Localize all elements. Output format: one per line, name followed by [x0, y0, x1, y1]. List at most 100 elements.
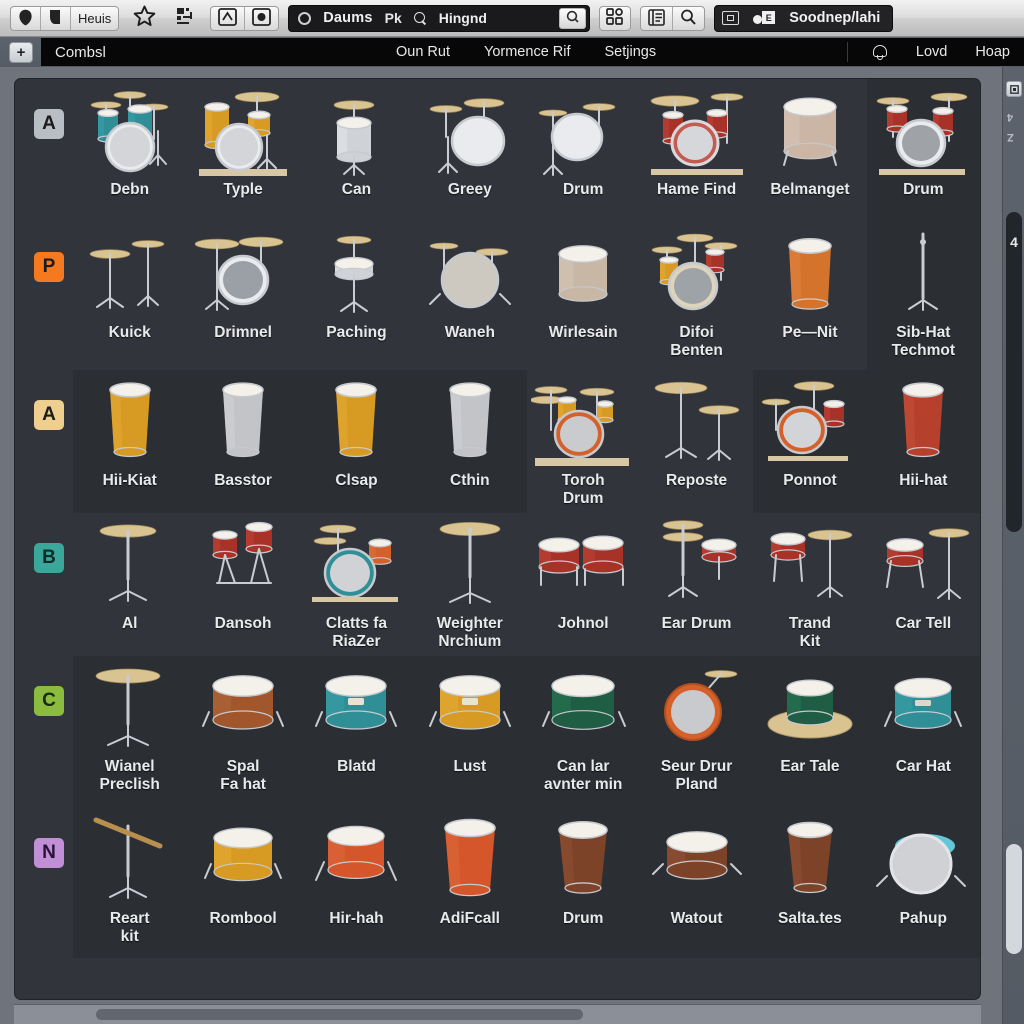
library-item[interactable]: Typle — [186, 79, 299, 222]
library-item[interactable]: Cthin — [413, 370, 527, 513]
rail-mark-0: 4 — [1007, 111, 1014, 123]
library-item[interactable]: AdiFcall — [413, 808, 527, 958]
library-item[interactable]: Reposte — [640, 370, 753, 513]
library-item-label: Clatts fa RiaZer — [325, 615, 388, 651]
search-category: Daums — [323, 10, 373, 26]
row-badge[interactable]: N — [34, 838, 64, 868]
library-item[interactable]: Hame Find — [640, 79, 753, 222]
tools-button[interactable] — [169, 5, 201, 31]
search-input[interactable]: Hingnd — [439, 10, 487, 26]
library-item[interactable]: Can lar avnter min — [526, 656, 640, 808]
library-item[interactable]: Pe—Nit — [753, 222, 866, 370]
panel-toggle-icon[interactable] — [1006, 81, 1022, 97]
library-row: P Kuick Drimnel Paching Waneh Wirlesain Dif… — [15, 222, 980, 370]
library-item[interactable]: Wirlesain — [527, 222, 640, 370]
library-item[interactable]: Car Tell — [867, 513, 980, 656]
library-item[interactable]: Dansoh — [186, 513, 299, 656]
layout-panels-button[interactable] — [599, 5, 632, 31]
library-item-label: Drum — [903, 181, 944, 198]
instrument-thumbnail-icon — [418, 662, 522, 754]
library-button[interactable]: Heuis — [71, 7, 118, 30]
library-item[interactable]: Rombool — [186, 808, 300, 958]
forward-button[interactable] — [41, 6, 71, 30]
bell-icon[interactable] — [871, 44, 888, 60]
row-badge[interactable]: A — [34, 109, 64, 139]
library-item-label: Kuick — [108, 324, 151, 341]
library-item[interactable]: Greey — [413, 79, 526, 222]
library-item[interactable]: Paching — [300, 222, 413, 370]
library-item[interactable]: Lust — [413, 656, 527, 808]
menu-item-0[interactable]: Oun Rut — [396, 44, 450, 60]
library-item[interactable]: Waneh — [413, 222, 526, 370]
library-item[interactable]: Can — [300, 79, 413, 222]
instrument-thumbnail-icon — [531, 519, 635, 611]
search-bar[interactable]: Daums Pk Hingnd — [288, 4, 591, 32]
menu-right-item-0[interactable]: Lovd — [916, 44, 947, 60]
library-item[interactable]: Clsap — [299, 370, 414, 513]
library-item[interactable]: Wianel Preclish — [73, 656, 187, 808]
library-item-label: Difoi Benten — [670, 324, 723, 360]
library-item[interactable]: Hii-hat — [866, 370, 980, 513]
instrument-thumbnail-icon — [645, 662, 749, 754]
row-badge[interactable]: B — [34, 543, 64, 573]
view-box-button[interactable] — [211, 6, 246, 30]
favorites-button[interactable] — [128, 5, 160, 31]
add-button[interactable]: + — [9, 41, 33, 63]
library-item[interactable]: Watout — [639, 808, 754, 958]
menu-item-2[interactable]: Setjings — [605, 44, 657, 60]
library-item[interactable]: Kuick — [73, 222, 186, 370]
library-item[interactable]: Drum — [527, 79, 640, 222]
library-item[interactable]: Spal Fa hat — [186, 656, 300, 808]
library-item[interactable]: Drum — [866, 79, 980, 222]
row-items: Reart kit Rombool Hir-hah AdiFcall Drum W… — [73, 808, 980, 958]
library-item[interactable]: Seur Drur Pland — [639, 656, 754, 808]
media-box-button[interactable] — [245, 7, 278, 30]
library-item[interactable]: Ear Tale — [753, 656, 867, 808]
library-item-label: Dansoh — [214, 615, 272, 632]
library-item[interactable]: Trand Kit — [753, 513, 866, 656]
library-item[interactable]: Difoi Benten — [640, 222, 753, 370]
back-button[interactable] — [11, 6, 41, 30]
library-item[interactable]: Debn — [73, 79, 186, 222]
library-item[interactable]: Belmanget — [753, 79, 866, 222]
library-item[interactable]: Ear Drum — [640, 513, 753, 656]
library-item-label: Watout — [670, 910, 723, 927]
search-go-icon — [566, 10, 579, 27]
library-grid[interactable]: A Debn Typle Can Greey Drum Hame Find Be… — [15, 79, 980, 999]
vertical-scrollbar-thumb[interactable] — [1006, 844, 1022, 954]
star-icon — [133, 5, 156, 31]
library-item[interactable]: Pahup — [866, 808, 980, 958]
library-item[interactable]: Al — [73, 513, 186, 656]
library-item[interactable]: Hii-Kiat — [73, 370, 187, 513]
menu-item-1[interactable]: Yormence Rif — [484, 44, 571, 60]
library-item[interactable]: Toroh Drum — [527, 370, 640, 513]
library-item[interactable]: Car Hat — [866, 656, 980, 808]
library-item[interactable]: Blatd — [299, 656, 414, 808]
search-go-button[interactable] — [559, 7, 587, 29]
tag-button[interactable] — [673, 7, 704, 30]
instrument-thumbnail-icon — [78, 376, 182, 468]
row-badge-column: B — [15, 513, 73, 656]
library-item[interactable]: Drimnel — [186, 222, 299, 370]
menu-right-item-1[interactable]: Hoap — [975, 44, 1010, 60]
library-item[interactable]: Reart kit — [73, 808, 187, 958]
library-item-label: Blatd — [337, 758, 376, 775]
library-item[interactable]: Weighter Nrchium — [413, 513, 526, 656]
library-item[interactable]: Clatts fa RiaZer — [300, 513, 413, 656]
library-item[interactable]: Basstor — [186, 370, 300, 513]
list-view-button[interactable] — [641, 6, 674, 30]
instrument-thumbnail-icon — [78, 519, 182, 611]
library-item[interactable]: Johnol — [527, 513, 640, 656]
library-item-label: Pahup — [899, 910, 947, 927]
bottom-bar-track[interactable] — [96, 1009, 583, 1020]
library-item[interactable]: Sib-Hat Techmot — [866, 222, 980, 370]
row-badge[interactable]: A — [34, 400, 64, 430]
library-item[interactable]: Hir-hah — [299, 808, 414, 958]
library-item[interactable]: Salta.tes — [753, 808, 867, 958]
vertical-scrollbar[interactable]: 4 — [1006, 212, 1022, 532]
library-item[interactable]: Ponnot — [753, 370, 867, 513]
row-badge[interactable]: C — [34, 686, 64, 716]
row-badge[interactable]: P — [34, 252, 64, 282]
library-item[interactable]: Drum — [526, 808, 640, 958]
instrument-thumbnail-icon — [191, 519, 295, 611]
